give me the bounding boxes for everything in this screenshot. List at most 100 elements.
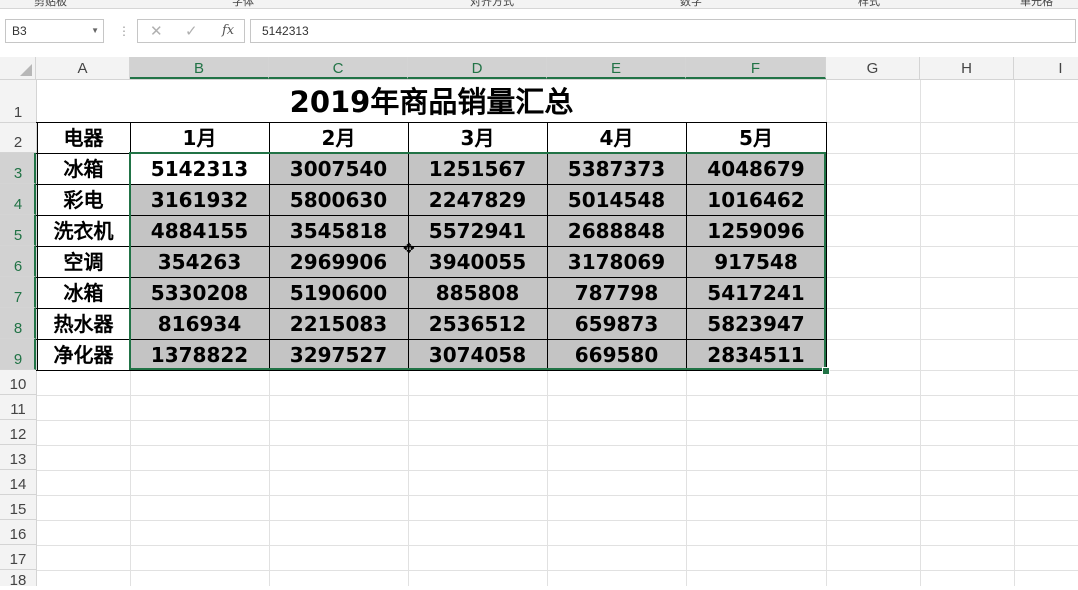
table-cell[interactable]: 5572941 (408, 216, 547, 246)
row-header-11[interactable]: 11 (0, 395, 36, 420)
row-label-cell[interactable]: 彩电 (37, 185, 130, 215)
table-cell[interactable]: 3940055 (408, 247, 547, 277)
row-header-14[interactable]: 14 (0, 470, 36, 495)
row-label-cell[interactable]: 冰箱 (37, 278, 130, 308)
table-cell[interactable]: 787798 (547, 278, 686, 308)
ribbon-group-font[interactable]: 字体 (232, 0, 254, 8)
table-cell[interactable]: 1016462 (686, 185, 826, 215)
row-header-9[interactable]: 9 (0, 339, 36, 370)
column-header-a[interactable]: A (36, 57, 130, 79)
table-border (826, 122, 827, 371)
row-header-1[interactable]: 1 (0, 80, 36, 123)
header-cell[interactable]: 电器 (37, 123, 130, 153)
table-cell[interactable]: 5330208 (130, 278, 269, 308)
ribbon-group-cells[interactable]: 单元格 (1020, 0, 1053, 8)
column-header-h[interactable]: H (920, 57, 1014, 79)
table-cell[interactable]: 2536512 (408, 309, 547, 339)
ribbon-group-clipboard[interactable]: 剪贴板 (34, 0, 67, 8)
table-cell[interactable]: 917548 (686, 247, 826, 277)
row-header-5[interactable]: 5 (0, 215, 36, 246)
row-header-7[interactable]: 7 (0, 277, 36, 308)
fill-handle[interactable] (822, 367, 830, 375)
header-cell[interactable]: 2月 (269, 123, 408, 153)
chevron-down-icon[interactable]: ▼ (91, 20, 99, 42)
table-cell[interactable]: 5014548 (547, 185, 686, 215)
row-header-12[interactable]: 12 (0, 420, 36, 445)
column-header-d[interactable]: D (408, 57, 547, 79)
row-header-3[interactable]: 3 (0, 153, 36, 184)
row-label-cell[interactable]: 空调 (37, 247, 130, 277)
row-header-17[interactable]: 17 (0, 545, 36, 570)
ribbon-group-styles[interactable]: 样式 (858, 0, 880, 8)
row-header-6[interactable]: 6 (0, 246, 36, 277)
row-label-cell[interactable]: 热水器 (37, 309, 130, 339)
header-cell[interactable]: 1月 (130, 123, 269, 153)
row-header-4[interactable]: 4 (0, 184, 36, 215)
table-cell[interactable]: 4048679 (686, 154, 826, 184)
row-header-18[interactable]: 18 (0, 570, 36, 589)
table-cell[interactable]: 1259096 (686, 216, 826, 246)
row-label-cell[interactable]: 冰箱 (37, 154, 130, 184)
table-cell[interactable]: 669580 (547, 340, 686, 370)
table-cell[interactable]: 2688848 (547, 216, 686, 246)
table-cell[interactable]: 3178069 (547, 247, 686, 277)
table-cell[interactable]: 885808 (408, 278, 547, 308)
table-cell[interactable]: 2215083 (269, 309, 408, 339)
row-number: 7 (13, 289, 23, 306)
row-header-8[interactable]: 8 (0, 308, 36, 339)
row-number: 2 (13, 134, 23, 151)
formula-input[interactable]: 5142313 (250, 19, 1076, 43)
row-label-cell[interactable]: 洗衣机 (37, 216, 130, 246)
table-cell[interactable]: 659873 (547, 309, 686, 339)
column-header-f[interactable]: F (686, 57, 826, 79)
cancel-icon[interactable]: ✕ (150, 22, 163, 40)
row-header-2[interactable]: 2 (0, 123, 36, 153)
row-number: 5 (13, 227, 23, 244)
table-cell[interactable]: 354263 (130, 247, 269, 277)
ribbon-group-number[interactable]: 数字 (680, 0, 702, 8)
table-cell[interactable]: 2247829 (408, 185, 547, 215)
row-header-10[interactable]: 10 (0, 370, 36, 395)
table-cell[interactable]: 3074058 (408, 340, 547, 370)
sheet-title[interactable]: 2019年商品销量汇总 (37, 80, 826, 122)
name-box[interactable]: B3 ▼ (5, 19, 104, 43)
row-header-15[interactable]: 15 (0, 495, 36, 520)
table-cell[interactable]: 5142313 (130, 154, 269, 184)
select-all-button[interactable] (0, 57, 36, 79)
table-cell[interactable]: 3161932 (130, 185, 269, 215)
table-cell[interactable]: 2969906 (269, 247, 408, 277)
table-cell[interactable]: 5823947 (686, 309, 826, 339)
table-cell[interactable]: 2834511 (686, 340, 826, 370)
header-cell[interactable]: 5月 (686, 123, 826, 153)
header-cell[interactable]: 3月 (408, 123, 547, 153)
row-header-16[interactable]: 16 (0, 520, 36, 545)
table-cell[interactable]: 5417241 (686, 278, 826, 308)
column-header-b[interactable]: B (130, 57, 269, 79)
enter-icon[interactable]: ✓ (185, 22, 198, 40)
grid-line (37, 495, 1078, 496)
table-cell[interactable]: 816934 (130, 309, 269, 339)
table-cell[interactable]: 3545818 (269, 216, 408, 246)
grid-line (37, 520, 1078, 521)
insert-function-icon[interactable]: fx (222, 23, 234, 38)
column-header-c[interactable]: C (269, 57, 408, 79)
table-cell[interactable]: 3007540 (269, 154, 408, 184)
row-number: 1 (13, 104, 23, 121)
ribbon-group-alignment[interactable]: 对齐方式 (470, 0, 514, 8)
table-cell[interactable]: 3297527 (269, 340, 408, 370)
column-header-e[interactable]: E (547, 57, 686, 79)
table-cell[interactable]: 5387373 (547, 154, 686, 184)
table-cell[interactable]: 5800630 (269, 185, 408, 215)
table-cell[interactable]: 4884155 (130, 216, 269, 246)
cell-cursor-icon: ✥ (403, 241, 415, 257)
formula-bar-splitter[interactable]: ⋮ (118, 24, 130, 38)
column-header-i[interactable]: I (1014, 57, 1078, 79)
row-number: 15 (9, 501, 27, 518)
table-cell[interactable]: 1378822 (130, 340, 269, 370)
header-cell[interactable]: 4月 (547, 123, 686, 153)
row-header-13[interactable]: 13 (0, 445, 36, 470)
row-label-cell[interactable]: 净化器 (37, 340, 130, 370)
table-cell[interactable]: 1251567 (408, 154, 547, 184)
column-header-g[interactable]: G (826, 57, 920, 79)
table-cell[interactable]: 5190600 (269, 278, 408, 308)
